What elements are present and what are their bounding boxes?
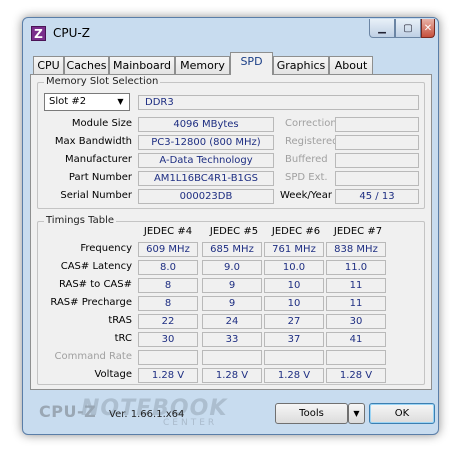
buffered-value (335, 153, 419, 168)
spd-ext-label: SPD Ext. (285, 172, 328, 183)
timing-cell (264, 350, 324, 365)
timing-cell: 9 (202, 296, 262, 311)
timing-cell: 1.28 V (202, 368, 262, 383)
correction-label: Correction (285, 118, 337, 129)
module-size-label: Module Size (71, 118, 132, 129)
timing-cell: 1.28 V (264, 368, 324, 383)
manufacturer-label: Manufacturer (65, 154, 132, 165)
ok-button[interactable]: OK (369, 403, 435, 424)
tab-cpu[interactable]: CPU (33, 56, 64, 75)
tab-mainboard[interactable]: Mainboard (109, 56, 175, 75)
registered-label: Registered (285, 136, 339, 147)
timing-cell: 22 (138, 314, 198, 329)
timing-cell: 33 (202, 332, 262, 347)
buffered-label: Buffered (285, 154, 328, 165)
timing-cell: 9 (202, 278, 262, 293)
tab-strip: CPU Caches Mainboard Memory SPD Graphics… (29, 50, 434, 75)
max-bandwidth-value: PC3-12800 (800 MHz) (138, 135, 274, 150)
spd-panel: Memory Slot Selection Slot #2 ▼ DDR3 Mod… (30, 74, 432, 390)
max-bandwidth-label: Max Bandwidth (54, 136, 132, 147)
minimize-button[interactable]: ▁ (369, 19, 395, 38)
timing-cell (138, 350, 198, 365)
window-title: CPU-Z (53, 26, 90, 40)
timing-cell: 609 MHz (138, 242, 198, 257)
tab-caches[interactable]: Caches (64, 56, 109, 75)
registered-value (335, 135, 419, 150)
timing-row-label: Frequency (80, 243, 132, 254)
timing-cell: 37 (264, 332, 324, 347)
slot-select[interactable]: Slot #2 ▼ (44, 93, 130, 111)
tools-dropdown-button[interactable]: ▼ (348, 403, 365, 424)
timing-cell: 11.0 (326, 260, 386, 275)
cpuz-logo: CPU-Z (39, 402, 97, 421)
timing-cell: 24 (202, 314, 262, 329)
part-number-label: Part Number (68, 172, 132, 183)
week-year-value: 45 / 13 (335, 189, 419, 204)
timing-cell: 10 (264, 278, 324, 293)
timing-cell: 8.0 (138, 260, 198, 275)
timing-cell: 10.0 (264, 260, 324, 275)
manufacturer-value: A-Data Technology (138, 153, 274, 168)
tab-memory[interactable]: Memory (175, 56, 230, 75)
timing-row-label: RAS# Precharge (50, 297, 132, 308)
column-header-jedec-6: JEDEC #6 (271, 226, 321, 237)
timing-row-label: tRAS (108, 315, 132, 326)
close-button[interactable]: ✕ (421, 19, 435, 38)
memory-slot-group: Memory Slot Selection Slot #2 ▼ DDR3 Mod… (37, 76, 425, 209)
timing-row-label: CAS# Latency (60, 261, 132, 272)
correction-value (335, 117, 419, 132)
timing-cell: 11 (326, 278, 386, 293)
timing-cell: 685 MHz (202, 242, 262, 257)
footer-bar: CPU-Z NOTEBOOK CENTER Ver. 1.66.1.x64 To… (23, 394, 438, 434)
serial-number-label: Serial Number (60, 190, 132, 201)
timing-row-label: RAS# to CAS# (58, 279, 132, 290)
week-year-label: Week/Year (280, 190, 332, 201)
column-header-jedec-5: JEDEC #5 (209, 226, 259, 237)
slot-select-value: Slot #2 (49, 96, 87, 107)
timings-table-title: Timings Table (44, 215, 117, 226)
timing-cell: 30 (138, 332, 198, 347)
title-bar[interactable]: Z CPU-Z ▁ ▢ ✕ (23, 18, 438, 48)
maximize-button[interactable]: ▢ (395, 19, 421, 38)
module-size-value: 4096 MBytes (138, 117, 274, 132)
timing-cell: 9.0 (202, 260, 262, 275)
spd-ext-value (335, 171, 419, 186)
timing-row-label: tRC (114, 333, 132, 344)
timing-cell: 1.28 V (138, 368, 198, 383)
timing-cell (202, 350, 262, 365)
part-number-value: AM1L16BC4R1-B1GS (138, 171, 274, 186)
timing-cell: 11 (326, 296, 386, 311)
timing-row-label: Voltage (94, 369, 132, 380)
column-header-jedec-7: JEDEC #7 (333, 226, 383, 237)
timings-table-group: Timings Table JEDEC #4 JEDEC #5 JEDEC #6… (37, 215, 425, 385)
timing-cell: 8 (138, 278, 198, 293)
chevron-down-icon: ▼ (117, 97, 124, 106)
timing-cell: 27 (264, 314, 324, 329)
timing-cell: 761 MHz (264, 242, 324, 257)
memory-type-field: DDR3 (138, 95, 419, 110)
app-icon: Z (31, 26, 46, 41)
timing-cell: 1.28 V (326, 368, 386, 383)
cpuz-window: Z CPU-Z ▁ ▢ ✕ CPU Caches Mainboard Memor… (22, 17, 439, 435)
timing-cell: 838 MHz (326, 242, 386, 257)
timing-cell (326, 350, 386, 365)
timing-cell: 10 (264, 296, 324, 311)
serial-number-value: 000023DB (138, 189, 274, 204)
tab-spd[interactable]: SPD (230, 52, 273, 75)
timing-row-label: Command Rate (54, 351, 132, 362)
tab-graphics[interactable]: Graphics (273, 56, 329, 75)
column-header-jedec-4: JEDEC #4 (143, 226, 193, 237)
timing-cell: 8 (138, 296, 198, 311)
memory-slot-title: Memory Slot Selection (44, 76, 161, 87)
timing-cell: 41 (326, 332, 386, 347)
tab-about[interactable]: About (329, 56, 373, 75)
tools-button[interactable]: Tools (275, 403, 348, 424)
version-label: Ver. 1.66.1.x64 (109, 409, 185, 420)
timing-cell: 30 (326, 314, 386, 329)
